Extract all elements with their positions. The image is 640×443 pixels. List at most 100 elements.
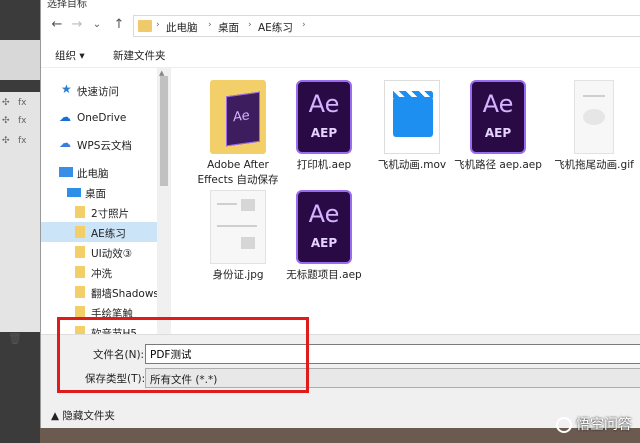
file-list: Ae Adobe After Effects 自动保存 Ae AEP 打印机.a… bbox=[173, 68, 640, 334]
cloud-icon: ☁ bbox=[59, 110, 71, 124]
sidebar-item-onedrive[interactable]: ☁ OneDrive bbox=[41, 108, 157, 128]
organize-button[interactable]: 组织 ▾ bbox=[55, 48, 85, 63]
watermark: 悟空问答 bbox=[556, 414, 632, 434]
fx-label: fx bbox=[18, 98, 27, 108]
up-arrow-icon[interactable]: ↑ bbox=[111, 17, 127, 33]
sidebar-item-wps-cloud[interactable]: ☁ WPS云文档 bbox=[41, 134, 157, 154]
breadcrumb-ae-practice[interactable]: AE练习 bbox=[258, 20, 293, 35]
background-layer-panel: ✣ fx ✣ fx ✣ fx bbox=[0, 92, 40, 332]
file-name: 打印机.aep bbox=[296, 159, 352, 171]
sidebar-item-label: AE练习 bbox=[91, 228, 126, 240]
desktop-icon bbox=[67, 188, 81, 197]
file-name: 飞机动画.mov bbox=[377, 159, 447, 171]
folder-icon bbox=[75, 246, 85, 258]
scrollbar-thumb[interactable] bbox=[160, 76, 168, 186]
sidebar-item-desktop[interactable]: 桌面 bbox=[41, 182, 157, 202]
breadcrumb-desktop[interactable]: 桌面 bbox=[218, 20, 239, 35]
file-name: 飞机路径 aep.aep bbox=[454, 159, 542, 171]
computer-icon bbox=[59, 167, 73, 177]
file-item[interactable]: 飞机动画.mov bbox=[367, 72, 457, 182]
photo-placeholder bbox=[241, 237, 255, 249]
folder-icon bbox=[75, 266, 85, 278]
background-image-strip bbox=[40, 428, 640, 443]
sidebar-item-label: 翻墙Shadows bbox=[91, 288, 159, 300]
file-name: 飞机拖尾动画.gif bbox=[554, 159, 634, 171]
sidebar-scrollbar[interactable]: ▲ bbox=[157, 68, 171, 334]
layer-row: ✣ fx bbox=[0, 116, 40, 134]
command-toolbar: 组织 ▾ 新建文件夹 bbox=[41, 42, 640, 68]
sidebar-item-quick-access[interactable]: ★ 快速访问 bbox=[41, 80, 157, 100]
sidebar-item-label: UI动效③ bbox=[91, 248, 133, 260]
layer-row: ✣ fx bbox=[0, 136, 40, 154]
chevron-right-icon[interactable]: › bbox=[302, 20, 306, 30]
sidebar-item-label: 2寸照片 bbox=[91, 208, 130, 220]
image-thumbnail-icon bbox=[210, 190, 266, 264]
gif-thumbnail-icon bbox=[574, 80, 614, 154]
watermark-logo-icon bbox=[556, 417, 572, 433]
move-icon: ✣ bbox=[2, 136, 10, 146]
ae-logo-sub: AEP bbox=[484, 126, 512, 140]
file-item[interactable]: 飞机拖尾动画.gif bbox=[549, 72, 639, 182]
back-arrow-icon[interactable]: ← bbox=[49, 17, 65, 33]
ae-file-preview-icon: Ae bbox=[226, 91, 260, 147]
ae-logo-sub: AEP bbox=[310, 236, 338, 250]
dialog-titlebar: 选择目标 bbox=[41, 0, 640, 8]
chevron-right-icon[interactable]: › bbox=[156, 20, 160, 30]
move-icon: ✣ bbox=[2, 116, 10, 126]
file-item[interactable]: Ae AEP 打印机.aep bbox=[279, 72, 369, 182]
sidebar-item-folder[interactable]: 翻墙Shadows bbox=[41, 282, 159, 302]
thumbnail-line bbox=[217, 225, 257, 227]
annotation-highlight-box bbox=[57, 317, 309, 393]
navigation-bar: ← → ⌄ ↑ › 此电脑 › 桌面 › AE练习 › bbox=[41, 8, 640, 42]
breadcrumb-this-pc[interactable]: 此电脑 bbox=[166, 20, 198, 35]
ae-project-icon: Ae AEP bbox=[296, 80, 352, 154]
chevron-right-icon[interactable]: › bbox=[248, 20, 252, 30]
hide-folders-toggle[interactable]: ▲ 隐藏文件夹 bbox=[51, 408, 115, 423]
fx-label: fx bbox=[18, 116, 27, 126]
folder-icon bbox=[138, 20, 152, 32]
background-app-panel: ✣ fx ✣ fx ✣ fx 🗑 bbox=[0, 0, 40, 443]
star-icon: ★ bbox=[61, 82, 72, 96]
sidebar-item-label: OneDrive bbox=[77, 112, 127, 124]
sidebar-item-label: 快速访问 bbox=[77, 86, 119, 98]
thumbnail-line bbox=[583, 95, 605, 97]
folder-icon bbox=[75, 206, 85, 218]
file-item[interactable]: Ae AEP 飞机路径 aep.aep bbox=[453, 72, 543, 182]
layer-row: ✣ fx bbox=[0, 98, 40, 116]
thumbnail-line bbox=[217, 203, 237, 205]
file-name: 无标题项目.aep bbox=[286, 269, 362, 281]
move-icon: ✣ bbox=[2, 98, 10, 108]
sidebar-item-label: 冲洗 bbox=[91, 268, 112, 280]
file-item[interactable]: Ae Adobe After Effects 自动保存 bbox=[193, 72, 283, 186]
ae-logo-text: Ae bbox=[233, 108, 250, 126]
sidebar-item-ae-practice[interactable]: AE练习 bbox=[41, 222, 157, 242]
ae-logo-sub: AEP bbox=[310, 126, 338, 140]
watermark-text: 悟空问答 bbox=[576, 417, 632, 433]
chevron-right-icon[interactable]: › bbox=[208, 20, 212, 30]
sidebar-item-folder[interactable]: UI动效③ bbox=[41, 242, 157, 262]
sidebar-item-folder[interactable]: 2寸照片 bbox=[41, 202, 157, 222]
file-item[interactable]: Ae AEP 无标题项目.aep bbox=[279, 182, 369, 292]
address-bar[interactable]: › 此电脑 › 桌面 › AE练习 › bbox=[133, 15, 640, 37]
thumbnail-circle bbox=[583, 109, 605, 125]
new-folder-button[interactable]: 新建文件夹 bbox=[113, 48, 166, 63]
forward-arrow-icon[interactable]: → bbox=[69, 17, 85, 33]
ae-project-icon: Ae AEP bbox=[296, 190, 352, 264]
photo-placeholder bbox=[241, 199, 255, 211]
video-file-icon bbox=[384, 80, 440, 154]
folder-icon bbox=[75, 226, 85, 238]
sidebar-item-folder[interactable]: 冲洗 bbox=[41, 262, 157, 282]
sidebar-item-label: 此电脑 bbox=[77, 168, 109, 180]
recent-dropdown-icon[interactable]: ⌄ bbox=[89, 17, 105, 33]
cloud-outline-icon: ☁ bbox=[59, 136, 71, 150]
sidebar-item-label: 桌面 bbox=[85, 188, 106, 200]
ae-project-icon: Ae AEP bbox=[470, 80, 526, 154]
trash-icon[interactable]: 🗑 bbox=[8, 332, 26, 348]
sidebar-item-this-pc[interactable]: 此电脑 bbox=[41, 162, 157, 182]
fx-label: fx bbox=[18, 136, 27, 146]
dialog-footer: ▲ 隐藏文件夹 bbox=[41, 394, 640, 428]
file-item[interactable]: 身份证.jpg bbox=[193, 182, 283, 292]
folder-icon bbox=[75, 286, 85, 298]
background-strip bbox=[0, 40, 40, 80]
ae-logo-text: Ae bbox=[308, 90, 340, 118]
